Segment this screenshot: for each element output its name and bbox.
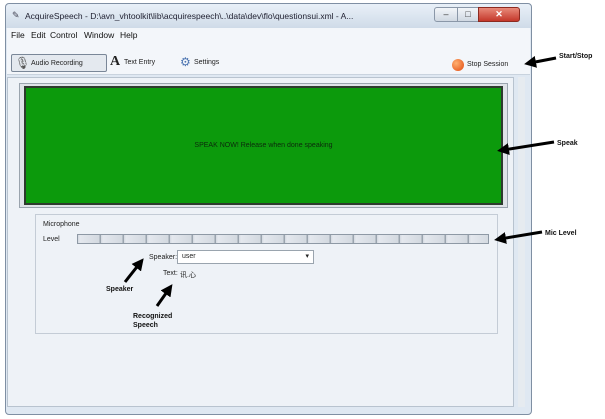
speaker-value: user bbox=[182, 253, 196, 260]
minimize-button[interactable]: – bbox=[434, 7, 458, 22]
chevron-down-icon: ▾ bbox=[305, 253, 309, 260]
level-label: Level bbox=[43, 236, 60, 243]
microphone-icon: 🎙 bbox=[15, 56, 31, 70]
text-entry-button[interactable]: A Text Entry bbox=[110, 54, 180, 72]
menu-edit[interactable]: Edit bbox=[31, 30, 46, 40]
microphone-label: Microphone bbox=[43, 221, 80, 228]
scrollbar[interactable] bbox=[518, 77, 525, 407]
app-icon: ✎ bbox=[12, 10, 20, 20]
menu-window[interactable]: Window bbox=[84, 30, 114, 40]
text-label: Text: bbox=[163, 270, 178, 277]
text-entry-label: Text Entry bbox=[124, 59, 156, 66]
settings-button[interactable]: ⚙ Settings bbox=[180, 54, 240, 72]
speaker-dropdown[interactable]: user ▾ bbox=[177, 250, 314, 264]
microphone-group bbox=[35, 214, 498, 334]
text-entry-icon: A bbox=[110, 54, 121, 69]
start-stop-annotation: Start/Stop bbox=[559, 53, 593, 60]
menu-help[interactable]: Help bbox=[120, 30, 137, 40]
mic-level-annotation: Mic Level bbox=[545, 230, 577, 237]
menu-control[interactable]: Control bbox=[50, 30, 77, 40]
settings-label: Settings bbox=[194, 59, 220, 66]
speak-annotation: Speak bbox=[557, 140, 578, 147]
recognized-text: 讯.心 bbox=[180, 272, 196, 279]
maximize-button[interactable]: □ bbox=[457, 7, 479, 22]
speak-panel[interactable]: SPEAK NOW! Release when done speaking bbox=[24, 86, 503, 205]
stop-session-icon[interactable] bbox=[452, 59, 464, 71]
close-button[interactable]: ✕ bbox=[478, 7, 520, 22]
mic-level-meter bbox=[77, 234, 489, 244]
audio-recording-button[interactable]: 🎙 Audio Recording bbox=[11, 54, 107, 72]
speaker-label: Speaker: bbox=[149, 254, 178, 261]
title-bar[interactable]: ✎ AcquireSpeech - D:\avn_vhtoolkit\lib\a… bbox=[6, 4, 531, 28]
gear-icon: ⚙ bbox=[180, 55, 191, 69]
menu-bar: File Edit Control Window Help bbox=[7, 28, 530, 42]
audio-recording-label: Audio Recording bbox=[31, 60, 83, 67]
stop-session-button[interactable]: Stop Session bbox=[467, 61, 508, 68]
menu-file[interactable]: File bbox=[11, 30, 25, 40]
window-title: AcquireSpeech - D:\avn_vhtoolkit\lib\acq… bbox=[25, 11, 354, 21]
start-stop-arrow bbox=[524, 55, 557, 68]
recognized-annotation-line2: Speech bbox=[133, 322, 158, 329]
recognized-annotation-line1: Recognized bbox=[133, 313, 173, 320]
speak-message: SPEAK NOW! Release when done speaking bbox=[194, 142, 333, 149]
toolbar: 🎙 Audio Recording A Text Entry ⚙ Setting… bbox=[7, 42, 530, 75]
speaker-annotation: Speaker bbox=[106, 286, 134, 293]
